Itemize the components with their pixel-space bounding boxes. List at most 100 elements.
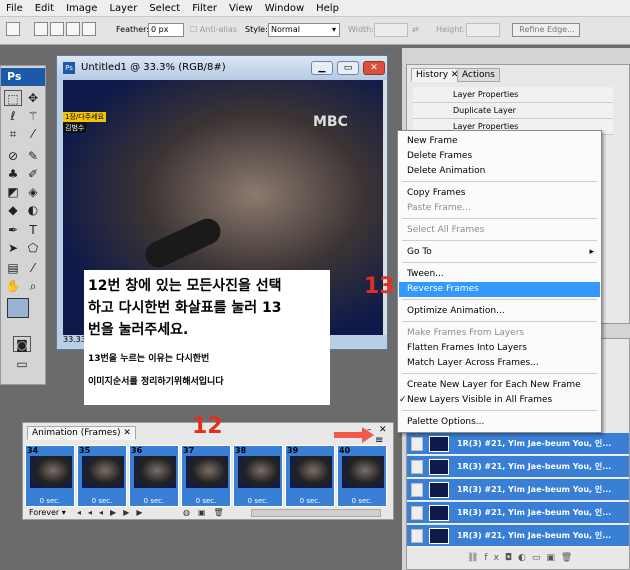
move-icon[interactable]: ✥	[24, 90, 42, 106]
menu-item-make-frames-from-layers[interactable]: Make Frames From Layers	[399, 326, 600, 341]
frame-thumb[interactable]: 39 0 sec.	[285, 445, 335, 507]
frame-duration[interactable]: 0 sec.	[78, 497, 126, 505]
frame-thumb[interactable]: 35 0 sec.	[77, 445, 127, 507]
layer-row[interactable]: 1R(3) #21, Yim Jae-beum You, 인...	[407, 456, 629, 478]
foreground-color-swatch[interactable]	[7, 298, 29, 318]
frame-duration[interactable]: 0 sec.	[26, 497, 74, 505]
panel-close-icon[interactable]: ✕	[379, 425, 387, 435]
frame-duration[interactable]: 0 sec.	[182, 497, 230, 505]
frame-thumb[interactable]: 40 0 sec.	[337, 445, 387, 507]
height-input[interactable]	[466, 23, 500, 37]
menu-item-new-frame[interactable]: New Frame	[399, 134, 600, 149]
layers-footer-icons[interactable]: ⛓fx◘◐▭▣🗑	[467, 553, 578, 563]
menu-select[interactable]: Select	[143, 0, 186, 17]
bucket-icon[interactable]: ◈	[24, 184, 42, 200]
document-titlebar[interactable]: Ps Untitled1 @ 33.3% (RGB/8#) ▁ ▭ ✕	[57, 56, 387, 80]
stamp-icon[interactable]: ♣	[4, 166, 22, 182]
menu-view[interactable]: View	[223, 0, 259, 17]
menu-item-match-layer[interactable]: Match Layer Across Frames...	[399, 356, 600, 371]
layer-row[interactable]: 1R(3) #21, Yim Jae-beum You, 인...	[407, 502, 629, 524]
notes-icon[interactable]: ▤	[4, 260, 22, 276]
menu-layer[interactable]: Layer	[103, 0, 143, 17]
quick-mask-icon[interactable]: ◙	[13, 336, 31, 352]
eyedropper-icon[interactable]: ⁄	[24, 260, 42, 276]
marquee-icon[interactable]: ⬚	[4, 90, 22, 106]
dodge-icon[interactable]: ◐	[24, 202, 42, 218]
intersect-selection-icon[interactable]	[82, 22, 96, 36]
menu-window[interactable]: Window	[259, 0, 310, 17]
shape-icon[interactable]: ⬠	[24, 240, 42, 256]
frame-thumb[interactable]: 36 0 sec.	[129, 445, 179, 507]
menu-filter[interactable]: Filter	[186, 0, 223, 17]
loop-select[interactable]: Forever ▾	[29, 508, 66, 517]
lasso-icon[interactable]: ℓ	[4, 108, 22, 124]
blur-icon[interactable]: ◆	[4, 202, 22, 218]
tab-actions[interactable]: Actions	[457, 68, 500, 82]
frame-action-icons[interactable]: ◍▣🗑	[183, 508, 232, 517]
path-select-icon[interactable]: ➤	[4, 240, 22, 256]
healing-icon[interactable]: ⊘	[4, 148, 22, 164]
close-button[interactable]: ✕	[363, 61, 385, 75]
menu-item-tween[interactable]: Tween...	[399, 267, 600, 282]
screen-mode-icon[interactable]: ▭	[13, 356, 31, 372]
menu-item-copy-frames[interactable]: Copy Frames	[399, 186, 600, 201]
menu-file[interactable]: File	[0, 0, 29, 17]
frame-duration[interactable]: 0 sec.	[234, 497, 282, 505]
slice-icon[interactable]: ⁄	[24, 126, 42, 142]
antialias-checkbox[interactable]: ☐ Anti-alias	[190, 25, 237, 34]
menu-item-go-to[interactable]: Go To ▸	[399, 245, 600, 260]
frame-duration[interactable]: 0 sec.	[286, 497, 334, 505]
menu-item-flatten-frames[interactable]: Flatten Frames Into Layers	[399, 341, 600, 356]
style-select[interactable]: Normal ▾	[268, 23, 340, 37]
menu-item-select-all-frames[interactable]: Select All Frames	[399, 223, 600, 238]
tab-animation[interactable]: Animation (Frames) ✕	[27, 426, 136, 440]
brush-icon[interactable]: ✎	[24, 148, 42, 164]
menu-edit[interactable]: Edit	[29, 0, 60, 17]
history-row[interactable]: Layer Properties	[413, 87, 613, 103]
menu-item-palette-options[interactable]: Palette Options...	[399, 415, 600, 430]
type-icon[interactable]: T	[24, 222, 42, 238]
visibility-toggle[interactable]	[411, 506, 423, 520]
marquee-tool-icon[interactable]	[6, 22, 20, 36]
layer-row[interactable]: 1R(3) #21, Yim Jae-beum You, 인...	[407, 433, 629, 455]
refine-edge-button[interactable]: Refine Edge...	[512, 23, 580, 37]
frame-thumb[interactable]: 34 0 sec.	[25, 445, 75, 507]
magic-wand-icon[interactable]: ⚚	[24, 108, 42, 124]
history-brush-icon[interactable]: ✐	[24, 166, 42, 182]
pen-icon[interactable]: ✒	[4, 222, 22, 238]
zoom-icon[interactable]: ⌕	[24, 278, 42, 294]
menu-item-paste-frame[interactable]: Paste Frame...	[399, 201, 600, 216]
width-input[interactable]	[374, 23, 408, 37]
visibility-toggle[interactable]	[411, 460, 423, 474]
tab-history[interactable]: History ✕	[411, 68, 464, 82]
add-selection-icon[interactable]	[50, 22, 64, 36]
frame-duration[interactable]: 0 sec.	[130, 497, 178, 505]
new-selection-icon[interactable]	[34, 22, 48, 36]
menu-help[interactable]: Help	[310, 0, 345, 17]
frame-duration[interactable]: 0 sec.	[338, 497, 386, 505]
hand-icon[interactable]: ✋	[4, 278, 22, 294]
swap-icon[interactable]: ⇄	[412, 25, 419, 34]
visibility-toggle[interactable]	[411, 483, 423, 497]
menu-item-create-new-layer[interactable]: Create New Layer for Each New Frame	[399, 378, 600, 393]
layer-row[interactable]: 1R(3) #21, Yim Jae-beum You, 인...	[407, 479, 629, 501]
frame-thumb[interactable]: 38 0 sec.	[233, 445, 283, 507]
horizontal-scrollbar[interactable]	[251, 509, 381, 517]
layer-row[interactable]: 1R(3) #21, Yim Jae-beum You, 인...	[407, 525, 629, 547]
visibility-toggle[interactable]	[411, 437, 423, 451]
playback-controls-icons[interactable]: ◂◂◂▶▶▶	[77, 508, 150, 517]
menu-item-reverse-frames[interactable]: Reverse Frames	[399, 282, 600, 297]
visibility-toggle[interactable]	[411, 529, 423, 543]
menu-item-new-layers-visible[interactable]: ✓ New Layers Visible in All Frames	[399, 393, 600, 408]
subtract-selection-icon[interactable]	[66, 22, 80, 36]
zoom-readout[interactable]: 33.33	[63, 335, 86, 344]
eraser-icon[interactable]: ◩	[4, 184, 22, 200]
menu-item-delete-animation[interactable]: Delete Animation	[399, 164, 600, 179]
menu-item-optimize-animation[interactable]: Optimize Animation...	[399, 304, 600, 319]
crop-icon[interactable]: ⌗	[4, 126, 22, 142]
frame-thumb[interactable]: 37 0 sec.	[181, 445, 231, 507]
history-row[interactable]: Duplicate Layer	[413, 103, 613, 119]
minimize-button[interactable]: ▁	[311, 61, 333, 75]
maximize-button[interactable]: ▭	[337, 61, 359, 75]
menu-item-delete-frames[interactable]: Delete Frames	[399, 149, 600, 164]
